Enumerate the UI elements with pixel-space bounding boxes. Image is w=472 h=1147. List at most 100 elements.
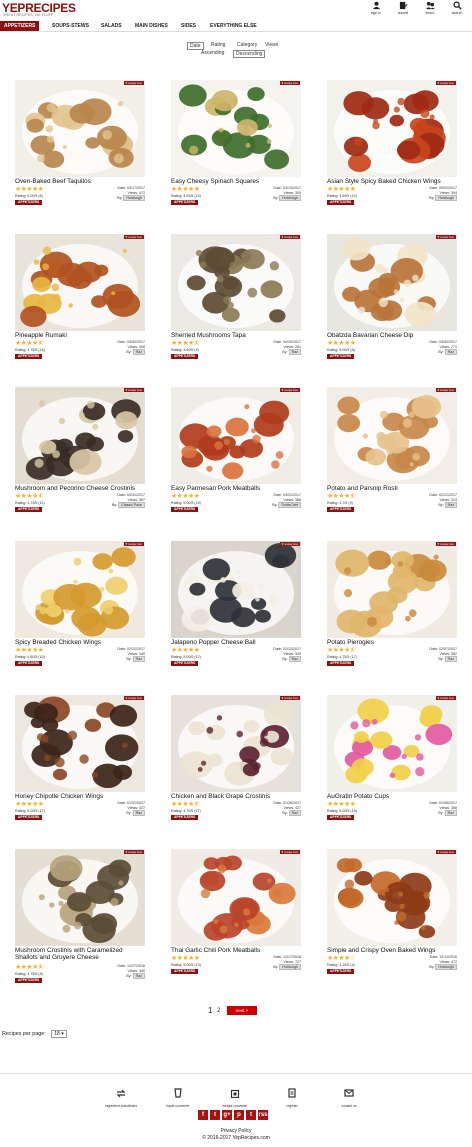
recipe-box-button[interactable]: ♥ recipe box xyxy=(123,388,144,392)
recipe-image[interactable]: ♥ recipe box xyxy=(327,80,457,177)
nav-main-dishes[interactable]: MAIN DISHES xyxy=(135,21,168,31)
category-tag[interactable]: APPETIZERS xyxy=(171,661,199,666)
author-link[interactable]: Raz xyxy=(444,656,457,662)
recipe-image[interactable]: ♥ recipe box xyxy=(171,695,301,792)
recipe-box-button[interactable]: ♥ recipe box xyxy=(435,696,456,700)
page-1[interactable]: 1 xyxy=(208,1006,212,1015)
recipe-title[interactable]: Asian Style Spicy Baked Chicken Wings xyxy=(327,178,457,185)
category-tag[interactable]: APPETIZERS xyxy=(171,507,199,512)
recipe-image[interactable]: ♥ recipe box xyxy=(327,849,457,946)
category-tag[interactable]: APPETIZERS xyxy=(327,815,355,820)
pinterest-icon[interactable]: p xyxy=(234,1110,244,1120)
recipe-image[interactable]: ♥ recipe box xyxy=(15,80,145,177)
recipe-title[interactable]: Pineapple Rumaki xyxy=(15,332,145,339)
nav-sides[interactable]: SIDES xyxy=(181,21,196,31)
recipe-title[interactable]: Simple and Crispy Oven Baked Wings xyxy=(327,947,457,954)
category-tag[interactable]: APPETIZERS xyxy=(171,200,199,205)
per-page-select[interactable]: 18 ▾ xyxy=(51,1030,67,1038)
recipe-box-button[interactable]: ♥ recipe box xyxy=(123,235,144,239)
star-rating[interactable]: ★★★★★ xyxy=(327,801,356,808)
recipe-title[interactable]: Easy Cheesy Spinach Squares xyxy=(171,178,301,185)
star-rating[interactable]: ★★★★★ xyxy=(15,647,44,654)
author-link[interactable]: Raz xyxy=(288,349,301,355)
recipe-image[interactable]: ♥ recipe box xyxy=(171,80,301,177)
recipe-image[interactable]: ♥ recipe box xyxy=(171,387,301,484)
author-link[interactable]: Raz xyxy=(288,810,301,816)
sort-rating[interactable]: Rating xyxy=(211,42,225,48)
search-link[interactable]: search xyxy=(448,1,466,15)
rss-icon[interactable]: rss xyxy=(258,1110,268,1120)
author-link[interactable]: Hotdough xyxy=(435,195,457,201)
category-tag[interactable]: APPETIZERS xyxy=(15,200,43,205)
star-rating[interactable]: ★★★★★ xyxy=(171,493,200,500)
twitter-icon[interactable]: t xyxy=(210,1110,220,1120)
recipe-box-button[interactable]: ♥ recipe box xyxy=(123,850,144,854)
contact-us-link[interactable]: contact us xyxy=(324,1085,374,1108)
recipe-box-button[interactable]: ♥ recipe box xyxy=(435,850,456,854)
weight-converter-link[interactable]: weight converter xyxy=(210,1085,260,1108)
recipe-title[interactable]: Jalapeno Popper Cheese Ball xyxy=(171,639,301,646)
recipe-box-button[interactable]: ♥ recipe box xyxy=(279,696,300,700)
author-link[interactable]: SmileChef xyxy=(278,502,301,508)
category-tag[interactable]: APPETIZERS xyxy=(327,969,355,974)
recipe-box-button[interactable]: ♥ recipe box xyxy=(279,850,300,854)
category-tag[interactable]: APPETIZERS xyxy=(327,507,355,512)
recipe-box-button[interactable]: ♥ recipe box xyxy=(279,542,300,546)
recipe-box-button[interactable]: ♥ recipe box xyxy=(279,81,300,85)
nav-salads[interactable]: SALADS xyxy=(101,21,122,31)
recipe-title[interactable]: Thai Garlic Chili Pork Meatballs xyxy=(171,947,301,954)
author-link[interactable]: Hotdough xyxy=(123,195,145,201)
author-link[interactable]: Raz xyxy=(132,973,145,979)
recipe-title[interactable]: Oven-Baked Beef Taquitos xyxy=(15,178,145,185)
nav-everything-else[interactable]: EVERYTHING ELSE xyxy=(210,21,257,31)
submit-link[interactable]: submit xyxy=(394,1,412,15)
recipe-title[interactable]: Honey Chipotle Chicken Wings xyxy=(15,793,145,800)
recipe-image[interactable]: ♥ recipe box xyxy=(15,387,145,484)
star-rating[interactable]: ★★★★★ xyxy=(171,647,200,654)
recipe-title[interactable]: Mushroom Crostinis with Caramelized Shal… xyxy=(15,947,145,962)
share-link[interactable]: share xyxy=(421,1,439,15)
recipe-title[interactable]: Potato Pierogies xyxy=(327,639,457,646)
star-rating[interactable]: ★★★★★ xyxy=(171,186,200,193)
category-tag[interactable]: APPETIZERS xyxy=(15,354,43,359)
recipe-box-button[interactable]: ♥ recipe box xyxy=(123,81,144,85)
recipe-image[interactable]: ♥ recipe box xyxy=(327,541,457,638)
recipe-title[interactable]: Sherried Mushrooms Tapa xyxy=(171,332,301,339)
recipe-box-button[interactable]: ♥ recipe box xyxy=(123,542,144,546)
recipe-box-button[interactable]: ♥ recipe box xyxy=(279,388,300,392)
star-rating[interactable]: ★★★★⯪ xyxy=(15,340,44,347)
liquid-converter-link[interactable]: liquid converter xyxy=(153,1085,203,1108)
author-link[interactable]: Raz xyxy=(444,502,457,508)
recipe-box-button[interactable]: ♥ recipe box xyxy=(435,388,456,392)
star-rating[interactable]: ★★★★⯪ xyxy=(327,647,356,654)
recipe-image[interactable]: ♥ recipe box xyxy=(15,695,145,792)
star-rating[interactable]: ★★★★⯪ xyxy=(15,964,44,971)
recipe-image[interactable]: ♥ recipe box xyxy=(15,849,145,946)
star-rating[interactable]: ★★★★⯪ xyxy=(327,493,356,500)
recipe-image[interactable]: ♥ recipe box xyxy=(327,695,457,792)
recipe-title[interactable]: Chicken and Black Grape Crostinis xyxy=(171,793,301,800)
site-logo[interactable]: YEPRECIPES GREAT RECIPES, NO FLUFF xyxy=(2,1,76,19)
sort-ascending[interactable]: Ascending xyxy=(201,50,224,56)
privacy-link[interactable]: Privacy Policy xyxy=(0,1128,472,1134)
recipe-title[interactable]: Mushroom and Pecorino Cheese Crostinis xyxy=(15,485,145,492)
author-link[interactable]: Raz xyxy=(444,810,457,816)
recipe-title[interactable]: Spicy Breaded Chicken Wings xyxy=(15,639,145,646)
star-rating[interactable]: ★★★★⯪ xyxy=(15,493,44,500)
star-rating[interactable]: ★★★★☆ xyxy=(327,955,356,962)
recipe-image[interactable]: ♥ recipe box xyxy=(15,234,145,331)
facebook-icon[interactable]: f xyxy=(198,1110,208,1120)
recipe-image[interactable]: ♥ recipe box xyxy=(171,541,301,638)
author-link[interactable]: Raz xyxy=(132,656,145,662)
tumblr-icon[interactable]: t xyxy=(246,1110,256,1120)
recipe-image[interactable]: ♥ recipe box xyxy=(327,234,457,331)
recipe-title[interactable]: AuGratin Potato Cups xyxy=(327,793,457,800)
star-rating[interactable]: ★★★★⯪ xyxy=(171,801,200,808)
sort-category[interactable]: Category xyxy=(237,42,257,48)
star-rating[interactable]: ★★★★⯪ xyxy=(171,340,200,347)
category-tag[interactable]: APPETIZERS xyxy=(171,354,199,359)
page-2[interactable]: 2 xyxy=(217,1008,220,1014)
recipe-box-button[interactable]: ♥ recipe box xyxy=(435,81,456,85)
recipe-box-button[interactable]: ♥ recipe box xyxy=(279,235,300,239)
category-tag[interactable]: APPETIZERS xyxy=(15,815,43,820)
